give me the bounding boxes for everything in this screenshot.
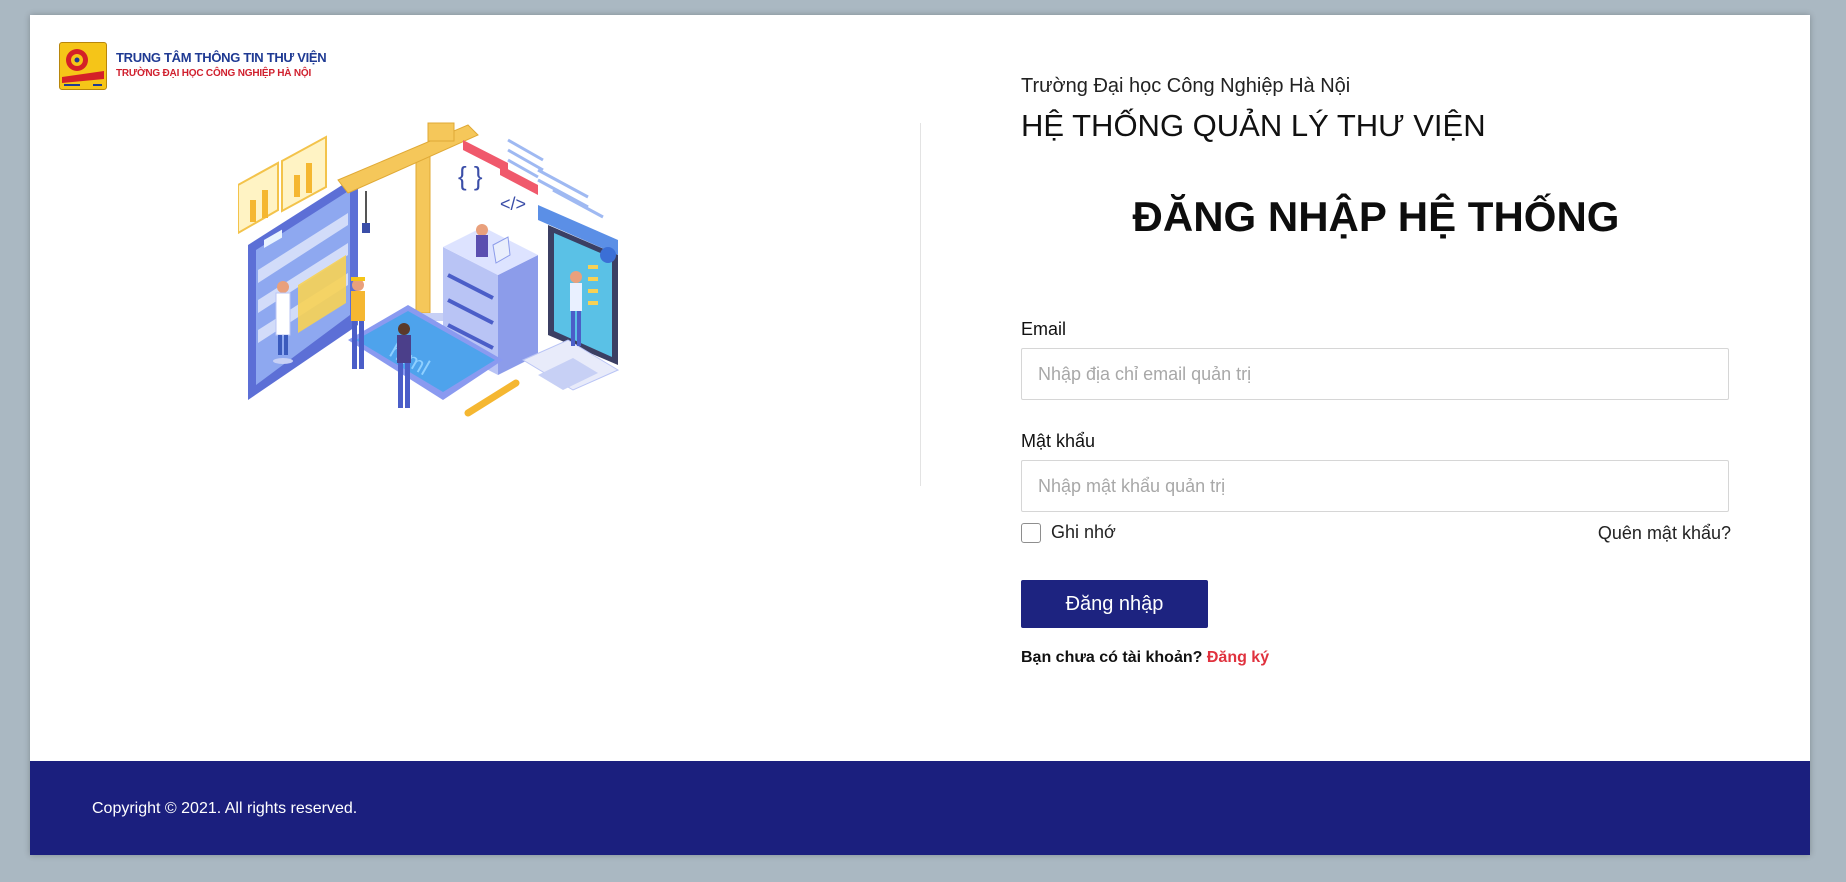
svg-text:{ }: { }: [458, 161, 483, 191]
password-field[interactable]: [1021, 460, 1729, 512]
login-card: TRUNG TÂM THÔNG TIN THƯ VIỆN TRƯỜNG ĐẠI …: [30, 15, 1810, 855]
system-title: HỆ THỐNG QUẢN LÝ THƯ VIỆN: [1021, 108, 1486, 143]
email-label: Email: [1021, 319, 1067, 339]
university-name: Trường Đại học Công Nghiệp Hà Nội: [1021, 75, 1351, 97]
register-prompt-text: Bạn chưa có tài khoản?: [1021, 649, 1203, 666]
copyright-text: Copyright © 2021. All rights reserved.: [92, 800, 358, 817]
it-construction-illustration: { } </>: [238, 122, 620, 417]
brand-logo[interactable]: TRUNG TÂM THÔNG TIN THƯ VIỆN TRƯỜNG ĐẠI …: [59, 42, 327, 90]
brand-subtitle: TRƯỜNG ĐẠI HỌC CÔNG NGHIỆP HÀ NỘI: [116, 68, 312, 79]
library-emblem-icon: [59, 42, 107, 90]
brand-title: TRUNG TÂM THÔNG TIN THƯ VIỆN: [116, 50, 327, 65]
register-prompt: Bạn chưa có tài khoản? Đăng ký: [1021, 649, 1269, 667]
remember-checkbox[interactable]: [1021, 522, 1041, 543]
password-label: Mật khẩu: [1021, 431, 1096, 451]
register-link[interactable]: Đăng ký: [1207, 649, 1269, 666]
login-heading: ĐĂNG NHẬP HỆ THỐNG: [1132, 193, 1620, 240]
email-field[interactable]: [1021, 348, 1729, 400]
login-button[interactable]: Đăng nhập: [1021, 580, 1208, 628]
footer: Copyright © 2021. All rights reserved.: [30, 761, 1810, 855]
remember-me[interactable]: Ghi nhớ: [1021, 522, 1116, 543]
forgot-password-link[interactable]: Quên mật khẩu?: [1598, 523, 1731, 544]
svg-text:</>: </>: [500, 194, 526, 214]
remember-label: Ghi nhớ: [1051, 522, 1116, 542]
vertical-divider: [920, 123, 921, 486]
